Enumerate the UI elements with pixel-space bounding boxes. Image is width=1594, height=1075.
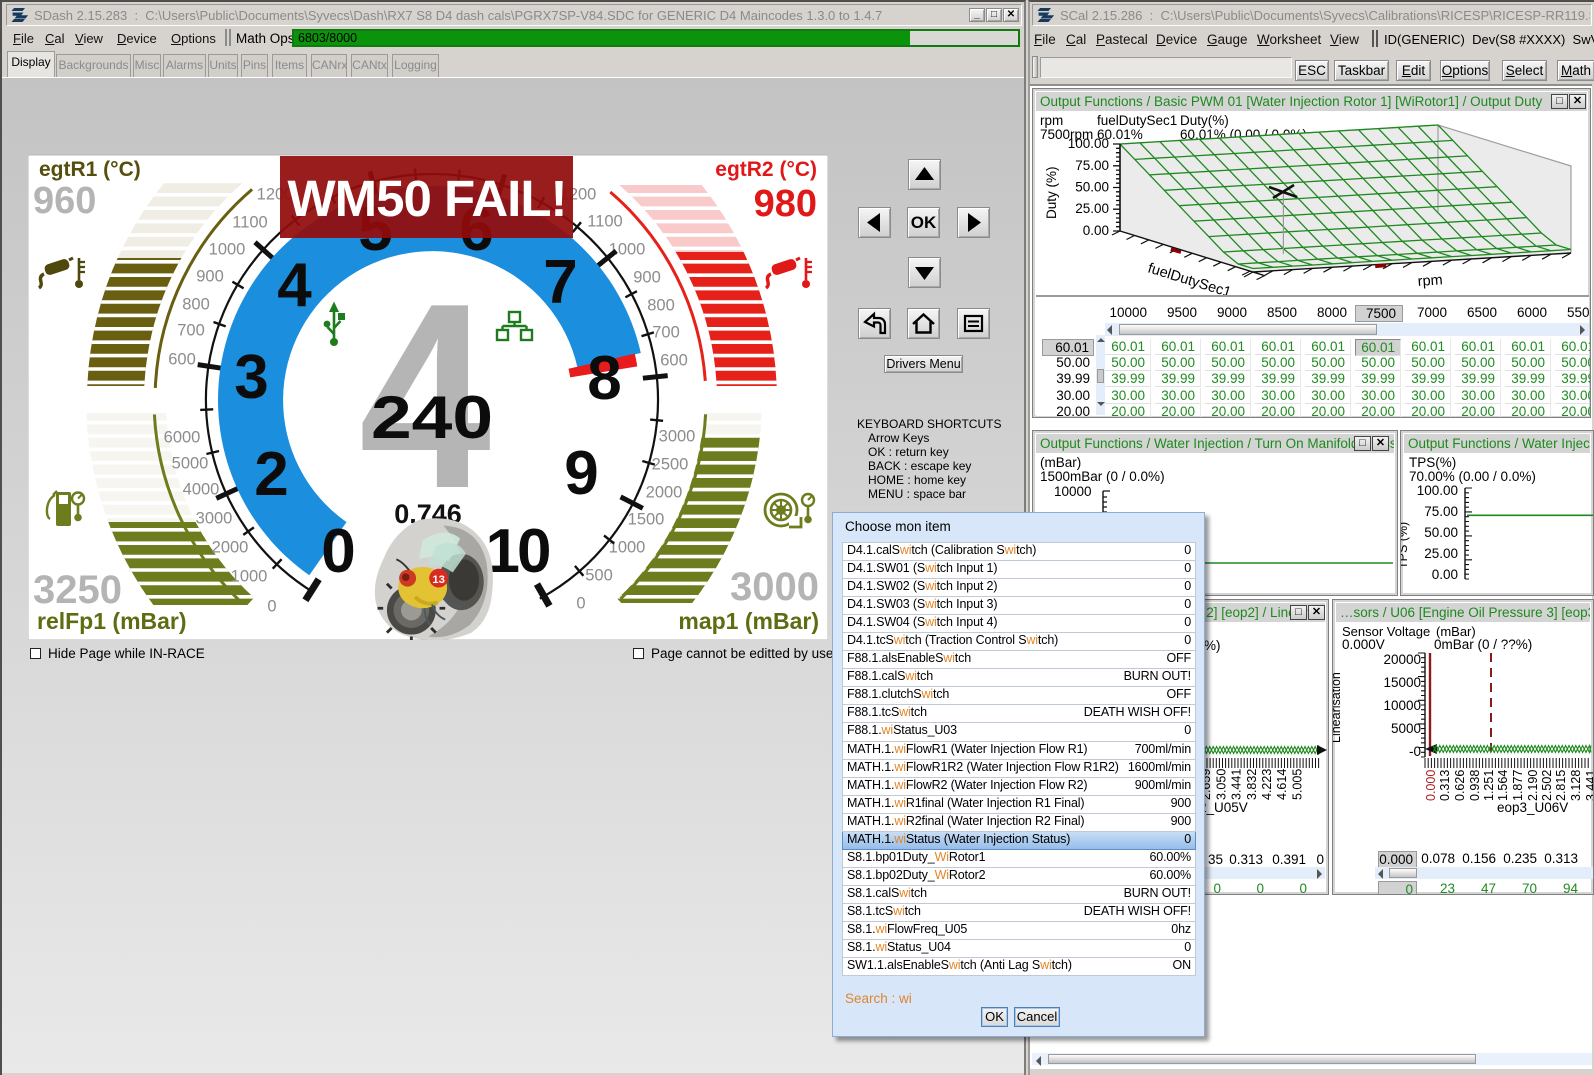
svg-text:7: 7 <box>543 248 575 317</box>
svg-text:5000: 5000 <box>1391 721 1421 736</box>
svg-text:800: 800 <box>647 297 675 315</box>
svg-text:1000: 1000 <box>231 568 268 586</box>
svg-text:2_U05V: 2_U05V <box>1199 800 1248 815</box>
svg-text:500: 500 <box>585 567 613 585</box>
svg-text:700: 700 <box>177 322 205 340</box>
svg-text:10: 10 <box>486 517 549 586</box>
svg-text:2: 2 <box>254 440 286 509</box>
svg-text:3.050: 3.050 <box>1214 769 1228 800</box>
svg-text:eop3_U06V: eop3_U06V <box>1497 800 1568 815</box>
svg-text:WM50 FAIL!: WM50 FAIL! <box>288 170 567 227</box>
svg-text:15000: 15000 <box>1383 675 1421 690</box>
svg-text:2000: 2000 <box>212 539 249 557</box>
svg-text:3.128: 3.128 <box>1569 770 1583 801</box>
svg-text:6000: 6000 <box>164 429 201 447</box>
svg-text:4.614: 4.614 <box>1275 769 1289 800</box>
svg-text:0.00: 0.00 <box>1083 223 1109 238</box>
svg-text:1100: 1100 <box>587 213 622 231</box>
svg-text:900: 900 <box>196 268 224 286</box>
svg-text:1.251: 1.251 <box>1482 770 1496 801</box>
svg-text:4: 4 <box>277 251 312 320</box>
svg-text:0: 0 <box>321 517 353 586</box>
svg-text:20000: 20000 <box>1383 652 1421 667</box>
svg-text:3000: 3000 <box>196 510 233 528</box>
svg-text:25.00: 25.00 <box>1075 201 1109 216</box>
svg-text:900: 900 <box>633 269 661 287</box>
svg-text:700: 700 <box>652 324 680 342</box>
svg-text:1100: 1100 <box>232 214 267 232</box>
svg-text:50.00: 50.00 <box>1075 180 1109 195</box>
svg-text:75.00: 75.00 <box>1424 504 1458 519</box>
svg-text:-0: -0 <box>1409 744 1421 759</box>
svg-text:3000: 3000 <box>659 428 696 446</box>
svg-text:3250: 3250 <box>33 568 122 612</box>
svg-text:600: 600 <box>168 351 196 369</box>
svg-text:2.190: 2.190 <box>1526 770 1540 801</box>
svg-text:3: 3 <box>234 343 267 412</box>
svg-text:4.223: 4.223 <box>1260 769 1274 800</box>
svg-text:800: 800 <box>182 296 210 314</box>
svg-text:2500: 2500 <box>652 456 689 474</box>
svg-text:3.441: 3.441 <box>1230 769 1244 800</box>
svg-text:5.005: 5.005 <box>1290 769 1304 800</box>
svg-text:2.502: 2.502 <box>1540 770 1554 801</box>
svg-text:1000: 1000 <box>209 241 246 259</box>
svg-text:100.00: 100.00 <box>1417 483 1458 498</box>
svg-text:1500: 1500 <box>628 511 665 529</box>
svg-text:Duty (%): Duty (%) <box>1044 166 1059 219</box>
svg-text:1.564: 1.564 <box>1496 770 1510 801</box>
svg-text:2.815: 2.815 <box>1554 770 1568 801</box>
svg-text:TPS (%): TPS (%) <box>1401 522 1410 569</box>
svg-text:4000: 4000 <box>183 481 220 499</box>
svg-text:8: 8 <box>587 344 620 413</box>
svg-text:3000: 3000 <box>730 565 819 609</box>
svg-text:0: 0 <box>267 598 276 616</box>
svg-text:1.877: 1.877 <box>1511 770 1525 801</box>
svg-text:100.00: 100.00 <box>1068 136 1109 151</box>
svg-text:3.832: 3.832 <box>1245 769 1259 800</box>
svg-text:5000: 5000 <box>172 455 209 473</box>
svg-text:13: 13 <box>432 574 445 586</box>
svg-text:egtR1 (°C): egtR1 (°C) <box>39 158 141 181</box>
svg-text:240: 240 <box>371 384 493 451</box>
svg-text:50.00: 50.00 <box>1424 525 1458 540</box>
svg-text:0.000: 0.000 <box>1424 770 1438 801</box>
svg-text:1000: 1000 <box>609 539 646 557</box>
svg-text:relFp1 (mBar): relFp1 (mBar) <box>37 608 187 634</box>
svg-text:0.00: 0.00 <box>1432 567 1458 582</box>
svg-text:0.938: 0.938 <box>1468 770 1482 801</box>
svg-text:rpm: rpm <box>1417 272 1443 290</box>
svg-text:3.441: 3.441 <box>1584 770 1593 801</box>
svg-text:10000: 10000 <box>1383 698 1421 713</box>
svg-text:2000: 2000 <box>646 484 683 502</box>
svg-text:egtR2 (°C): egtR2 (°C) <box>715 158 817 181</box>
svg-text:9: 9 <box>564 439 597 508</box>
svg-text:980: 980 <box>754 183 817 225</box>
svg-text:0.313: 0.313 <box>1438 770 1452 801</box>
svg-text:Linearisation: Linearisation <box>1333 672 1343 743</box>
svg-text:25.00: 25.00 <box>1424 546 1458 561</box>
svg-text:map1 (mBar): map1 (mBar) <box>678 608 819 634</box>
svg-text:0: 0 <box>576 595 585 613</box>
svg-text:600: 600 <box>660 352 688 370</box>
svg-text:960: 960 <box>33 180 96 222</box>
svg-text:75.00: 75.00 <box>1075 158 1109 173</box>
svg-text:0.626: 0.626 <box>1453 770 1467 801</box>
